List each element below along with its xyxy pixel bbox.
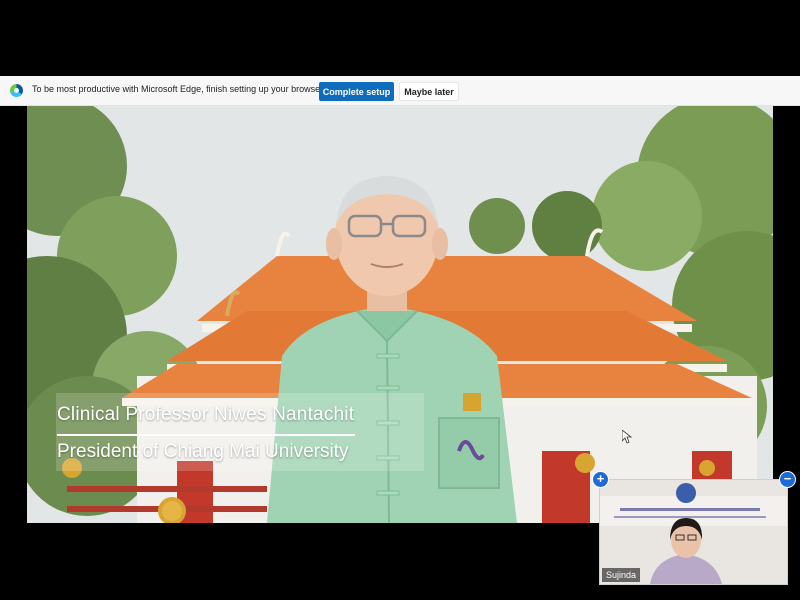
pip-minimize-button[interactable]: −: [779, 471, 796, 488]
edge-setup-banner: To be most productive with Microsoft Edg…: [0, 76, 800, 106]
lower-third-divider: [57, 434, 355, 436]
participant-name-label: Sujinda: [602, 568, 641, 582]
complete-setup-button[interactable]: Complete setup: [319, 82, 394, 101]
edge-banner-message: To be most productive with Microsoft Edg…: [32, 84, 326, 94]
speaker-name: Clinical Professor Niwes Nantachit: [57, 404, 355, 425]
mouse-cursor-icon: [622, 430, 632, 444]
pip-add-button[interactable]: +: [592, 471, 609, 488]
main-video[interactable]: Clinical Professor Niwes Nantachit Presi…: [27, 106, 773, 523]
speaker-title: President of Chiang Mai University: [57, 441, 349, 462]
edge-logo-icon: [10, 84, 23, 97]
maybe-later-button[interactable]: Maybe later: [399, 82, 459, 101]
university-logo-icon: [676, 483, 696, 503]
